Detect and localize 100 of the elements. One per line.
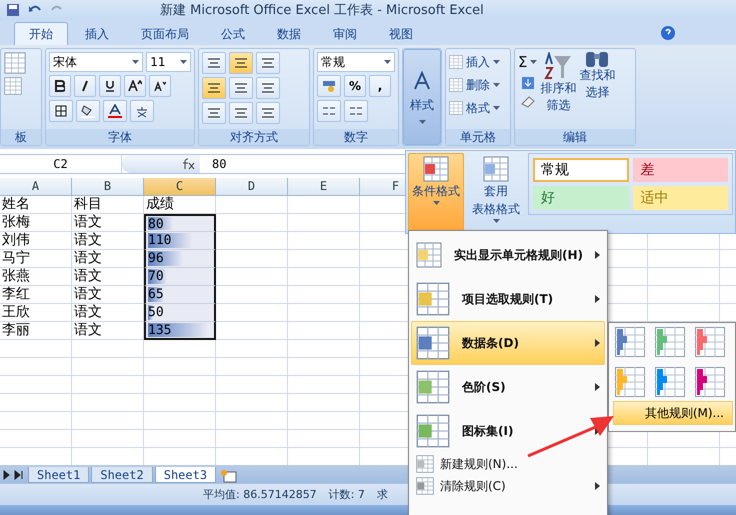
data-bar-style-icon[interactable] <box>655 327 685 357</box>
cells-menu-button[interactable]: 格式 <box>449 98 507 118</box>
ribbon-tab[interactable]: 视图 <box>374 22 428 45</box>
save-icon[interactable] <box>6 3 20 17</box>
menu-item[interactable]: 其他规则(M)... <box>613 401 733 425</box>
data-bar-style-icon[interactable] <box>615 367 645 397</box>
align-lines-icon <box>261 58 275 68</box>
borders-button[interactable] <box>49 100 73 122</box>
ribbon-tab[interactable]: 数据 <box>262 22 316 45</box>
data-bar-style-icon[interactable] <box>695 327 725 357</box>
align-button[interactable] <box>229 52 253 74</box>
column-header[interactable]: C <box>144 178 216 196</box>
shrink-font-button[interactable] <box>149 75 171 97</box>
data-bar-cell[interactable]: 96 <box>144 250 216 268</box>
decrease-decimal-button[interactable] <box>344 100 368 122</box>
cell-style-swatch[interactable]: 好 <box>533 186 628 210</box>
table-cell-text: 语文 <box>73 286 103 304</box>
table-cell-text: 张梅 <box>1 214 31 232</box>
find-select-button[interactable]: 查找和 选择 <box>579 52 616 126</box>
align-lines-icon <box>234 108 248 118</box>
sheet-tab[interactable]: Sheet2 <box>91 467 153 483</box>
submenu-arrow-icon <box>595 339 600 347</box>
italic-button[interactable] <box>74 75 96 97</box>
autosum-button[interactable]: Σ <box>518 52 538 72</box>
menu-item[interactable]: 色阶(S) <box>411 365 605 409</box>
ribbon-tab[interactable]: 公式 <box>206 22 260 45</box>
data-bar-style-icon[interactable] <box>615 327 645 357</box>
menu-item[interactable]: 项目选取规则(T) <box>411 277 605 321</box>
cells-menu-button[interactable]: 删除 <box>449 75 507 95</box>
font-name-field[interactable]: 宋体 <box>49 52 144 72</box>
group-label: 字体 <box>46 129 194 145</box>
fill-color-button[interactable] <box>76 100 100 122</box>
align-button[interactable] <box>202 77 226 99</box>
sort-filter-button[interactable]: 排序和 筛选 <box>540 52 576 126</box>
caret-icon <box>418 120 426 124</box>
ribbon-tab[interactable]: 审阅 <box>318 22 372 45</box>
table-cell-text: 姓名 <box>1 196 31 214</box>
table-cell-text: 语文 <box>73 214 103 232</box>
function-icon[interactable] <box>182 158 196 170</box>
help-icon[interactable] <box>660 25 676 41</box>
table-cell-text: 语文 <box>73 304 103 322</box>
currency-button[interactable] <box>317 75 341 97</box>
style-button[interactable]: 套用 表格格式 <box>468 153 524 231</box>
status-text: 计数: 7 <box>328 487 365 502</box>
increase-decimal-button[interactable] <box>317 100 341 122</box>
rule-table-icon <box>416 370 450 404</box>
sheet-tab[interactable]: Sheet3 <box>154 467 216 483</box>
bold-button[interactable] <box>49 75 71 97</box>
data-bar-cell[interactable]: 50 <box>144 304 216 322</box>
comma-button[interactable]: , <box>369 75 391 97</box>
underline-icon <box>105 80 115 92</box>
align-button[interactable] <box>256 52 280 74</box>
styles-button[interactable]: 样式 <box>403 49 441 145</box>
eraser-icon[interactable] <box>520 96 536 108</box>
table-cell-text: 语文 <box>73 322 103 340</box>
column-header[interactable]: D <box>216 178 288 196</box>
binoculars-icon <box>586 52 608 67</box>
menu-item[interactable]: 实出显示单元格规则(H) <box>411 233 605 277</box>
align-button[interactable] <box>229 77 253 99</box>
ribbon-tab[interactable]: 插入 <box>70 22 124 45</box>
bold-icon <box>55 80 65 92</box>
align-button[interactable] <box>256 102 280 124</box>
data-bar-cell[interactable]: 70 <box>144 268 216 286</box>
data-bar-cell[interactable]: 80 <box>144 214 216 232</box>
table-cell-text: 李红 <box>1 286 31 304</box>
ribbon-tab[interactable]: 开始 <box>14 22 68 45</box>
cell-style-swatch[interactable]: 常规 <box>533 158 628 182</box>
align-button[interactable] <box>202 52 226 74</box>
caret-icon <box>132 60 140 64</box>
underline-button[interactable] <box>99 75 121 97</box>
sheet-tab[interactable]: Sheet1 <box>28 467 90 483</box>
ribbon-tab[interactable]: 页面布局 <box>126 22 204 45</box>
data-bar-cell[interactable]: 65 <box>144 286 216 304</box>
cells-menu-button[interactable]: 插入 <box>449 52 507 72</box>
menu-item[interactable]: 清除规则(C) <box>411 475 605 497</box>
data-bar-cell[interactable]: 135 <box>144 322 216 340</box>
align-button[interactable] <box>229 102 253 124</box>
percent-button[interactable]: % <box>344 75 366 97</box>
font-size-field[interactable]: 11 <box>146 52 191 72</box>
menu-item[interactable]: 数据条(D) <box>411 321 605 365</box>
grow-font-button[interactable] <box>124 75 146 97</box>
caret-icon <box>493 83 500 87</box>
column-header[interactable]: E <box>288 178 360 196</box>
column-header[interactable]: A <box>0 178 72 196</box>
formula-field[interactable]: 80 <box>200 157 226 171</box>
number-format-field[interactable]: 常规 <box>317 52 395 72</box>
function-button[interactable] <box>122 155 200 173</box>
font-color-button[interactable] <box>103 100 127 122</box>
style-button[interactable]: 条件格式 <box>408 153 464 231</box>
caret-icon <box>432 201 440 205</box>
phonetic-button[interactable] <box>130 100 154 122</box>
column-header[interactable]: B <box>72 178 144 196</box>
menu-item[interactable]: 新建规则(N)... <box>411 453 605 475</box>
fill-down-icon[interactable] <box>520 76 535 90</box>
align-button[interactable] <box>202 102 226 124</box>
data-bar-style-icon[interactable] <box>695 367 725 397</box>
align-button[interactable] <box>256 77 280 99</box>
data-bar-style-icon[interactable] <box>655 367 685 397</box>
data-bar-cell[interactable]: 110 <box>144 232 216 250</box>
cell-style-swatch[interactable]: 差 <box>632 158 728 182</box>
